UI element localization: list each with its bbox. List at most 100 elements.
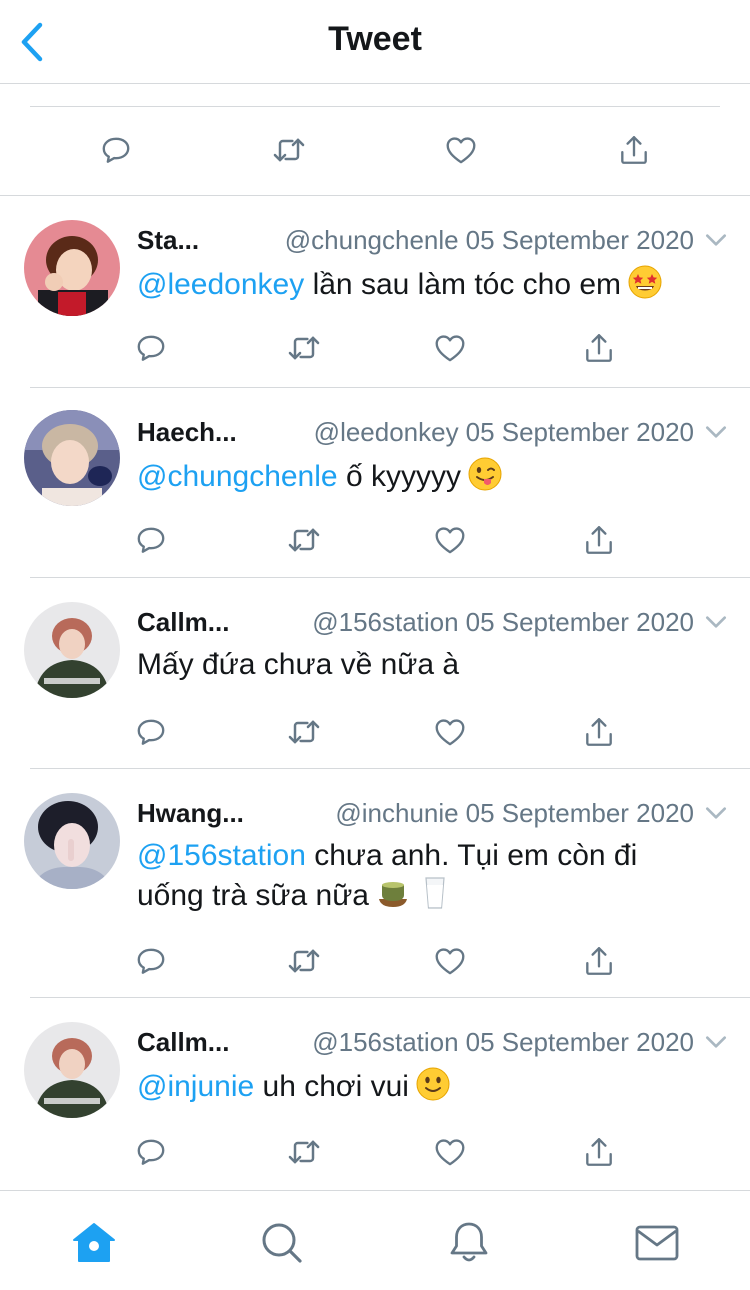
like-icon <box>444 133 478 167</box>
bell-icon <box>450 1222 488 1262</box>
share-button[interactable] <box>579 520 619 560</box>
reply-icon <box>134 1135 168 1169</box>
avatar[interactable] <box>24 1022 120 1118</box>
page-title: Tweet <box>328 20 422 58</box>
reply-icon <box>134 523 168 557</box>
tweet-date: 05 September 2020 <box>465 416 694 447</box>
tweet-date: 05 September 2020 <box>465 224 694 255</box>
milk-glass-emoji <box>425 877 445 909</box>
share-button[interactable] <box>579 941 619 981</box>
share-button[interactable] <box>614 130 654 170</box>
tweet-action-bar <box>0 1132 750 1172</box>
retweet-button[interactable] <box>284 328 324 368</box>
mention-link[interactable]: @injunie <box>137 1070 254 1103</box>
main-tweet-action-bar <box>0 84 750 196</box>
tweet-meta: Sta... @chungchenle 05 September 2020 <box>137 222 730 258</box>
mention-link[interactable]: @156station <box>137 839 306 872</box>
retweet-icon <box>286 1134 322 1170</box>
tea-emoji <box>378 882 407 907</box>
winking-tongue-emoji <box>468 457 502 491</box>
tweet-text: @injunie uh chơi vui <box>137 1066 710 1106</box>
like-button[interactable] <box>430 328 470 368</box>
slightly-smiling-emoji <box>416 1067 450 1101</box>
tweet-date: 05 September 2020 <box>465 606 694 637</box>
tweet-date: 05 September 2020 <box>465 1026 694 1057</box>
chevron-down-icon <box>703 800 729 826</box>
username[interactable]: @156station <box>312 1027 458 1057</box>
like-icon <box>433 715 467 749</box>
share-icon <box>582 944 616 978</box>
tweet-meta: Haech... @leedonkey 05 September 2020 <box>137 414 730 450</box>
tweet-meta: Callm... @156station 05 September 2020 <box>137 604 730 640</box>
reply-button[interactable] <box>131 328 171 368</box>
reply-button[interactable] <box>96 130 136 170</box>
mention-link[interactable]: @leedonkey <box>137 268 304 301</box>
reply-button[interactable] <box>131 1132 171 1172</box>
display-name[interactable]: Callm... <box>137 607 229 638</box>
like-button[interactable] <box>430 520 470 560</box>
share-button[interactable] <box>579 328 619 368</box>
tab-messages[interactable] <box>632 1219 682 1267</box>
retweet-button[interactable] <box>284 1132 324 1172</box>
reply-button[interactable] <box>131 941 171 981</box>
retweet-button[interactable] <box>269 130 309 170</box>
like-button[interactable] <box>441 130 481 170</box>
reply-tweet[interactable]: Haech... @leedonkey 05 September 2020 @ch… <box>0 388 750 578</box>
reply-tweet[interactable]: Callm... @156station 05 September 2020 Mấ… <box>0 578 750 769</box>
avatar[interactable] <box>24 793 120 889</box>
tweet-text: @leedonkey lần sau làm tóc cho em <box>137 264 710 304</box>
tweet-action-bar <box>0 520 750 560</box>
reply-button[interactable] <box>131 712 171 752</box>
more-options-button[interactable] <box>702 608 730 636</box>
like-icon <box>433 331 467 365</box>
retweet-icon <box>286 714 322 750</box>
like-button[interactable] <box>430 941 470 981</box>
tweet-action-bar <box>0 328 750 368</box>
like-icon <box>433 523 467 557</box>
chevron-down-icon <box>703 1029 729 1055</box>
home-icon <box>73 1223 115 1262</box>
retweet-button[interactable] <box>284 941 324 981</box>
chevron-down-icon <box>703 227 729 253</box>
retweet-icon <box>286 522 322 558</box>
like-button[interactable] <box>430 1132 470 1172</box>
more-options-button[interactable] <box>702 1028 730 1056</box>
reply-tweet[interactable]: Hwang... @inchunie 05 September 2020 @156… <box>0 769 750 998</box>
retweet-button[interactable] <box>284 520 324 560</box>
reply-tweet[interactable]: Callm... @156station 05 September 2020 @i… <box>0 998 750 1190</box>
share-icon <box>582 715 616 749</box>
divider <box>30 106 720 107</box>
like-button[interactable] <box>430 712 470 752</box>
username[interactable]: @chungchenle <box>285 225 459 255</box>
more-options-button[interactable] <box>702 226 730 254</box>
share-icon <box>582 1135 616 1169</box>
avatar[interactable] <box>24 220 120 316</box>
bottom-tab-bar <box>0 1190 750 1290</box>
display-name[interactable]: Callm... <box>137 1027 229 1058</box>
tweet-meta: Hwang... @inchunie 05 September 2020 <box>137 795 730 831</box>
share-button[interactable] <box>579 1132 619 1172</box>
share-icon <box>582 523 616 557</box>
more-options-button[interactable] <box>702 418 730 446</box>
tweet-text: @156station chưa anh. Tụi em còn đi uống … <box>137 839 638 912</box>
tab-home[interactable] <box>69 1219 119 1267</box>
reply-button[interactable] <box>131 520 171 560</box>
username[interactable]: @leedonkey <box>314 417 459 447</box>
share-button[interactable] <box>579 712 619 752</box>
tweet-text: @chungchenle ố kyyyyy <box>137 456 710 496</box>
avatar[interactable] <box>24 410 120 506</box>
display-name[interactable]: Haech... <box>137 417 237 448</box>
username[interactable]: @inchunie <box>335 798 458 828</box>
chevron-down-icon <box>703 419 729 445</box>
username[interactable]: @156station <box>312 607 458 637</box>
more-options-button[interactable] <box>702 799 730 827</box>
reply-tweet[interactable]: Sta... @chungchenle 05 September 2020 @le… <box>0 196 750 388</box>
display-name[interactable]: Hwang... <box>137 798 244 829</box>
retweet-button[interactable] <box>284 712 324 752</box>
tab-search[interactable] <box>257 1219 307 1267</box>
mention-link[interactable]: @chungchenle <box>137 460 338 493</box>
avatar[interactable] <box>24 602 120 698</box>
display-name[interactable]: Sta... <box>137 225 199 256</box>
tab-notifications[interactable] <box>444 1219 494 1267</box>
like-icon <box>433 944 467 978</box>
